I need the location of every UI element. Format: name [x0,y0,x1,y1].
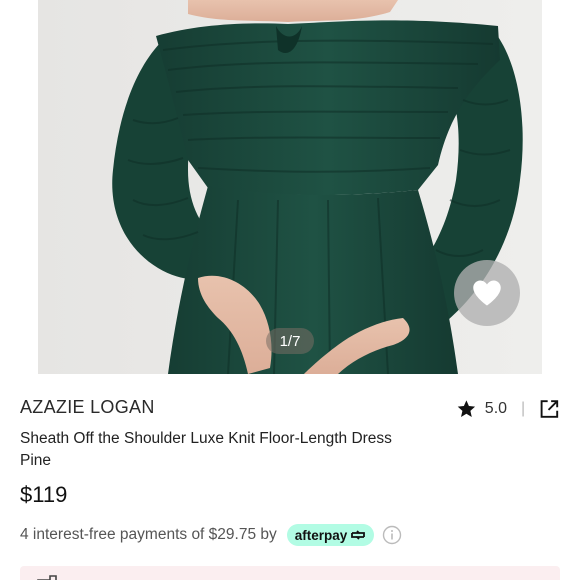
info-icon[interactable] [382,525,402,545]
afterpay-logo-icon [351,530,366,540]
star-icon [457,400,476,417]
product-color-name: Pine [20,452,52,469]
promo-icon [37,575,57,580]
product-title: Sheath Off the Shoulder Luxe Knit Floor-… [20,428,440,472]
rating-separator: | [521,400,526,417]
heart-icon [473,280,501,306]
promo-banner[interactable] [20,566,560,580]
afterpay-badge[interactable]: afterpay [286,524,375,546]
installment-text: 4 interest-free payments of $29.75 by [20,526,277,543]
image-counter: 1/7 [266,328,314,354]
brand-name[interactable]: AZAZIE LOGAN [20,397,155,418]
rating-share-group: 5.0 | [452,394,560,424]
product-image[interactable]: 1/7 [38,0,542,374]
product-title-line: Sheath Off the Shoulder Luxe Knit Floor-… [20,430,392,447]
installment-row: 4 interest-free payments of $29.75 by af… [20,522,402,548]
wishlist-button[interactable] [454,260,520,326]
rating-score[interactable]: 5.0 [485,400,507,418]
product-page: 1/7 AZAZIE LOGAN 5.0 | Sheath Off the Sh… [0,0,580,580]
afterpay-label: afterpay [294,527,348,543]
share-external-icon[interactable] [539,398,560,420]
product-price: $119 [20,482,68,507]
